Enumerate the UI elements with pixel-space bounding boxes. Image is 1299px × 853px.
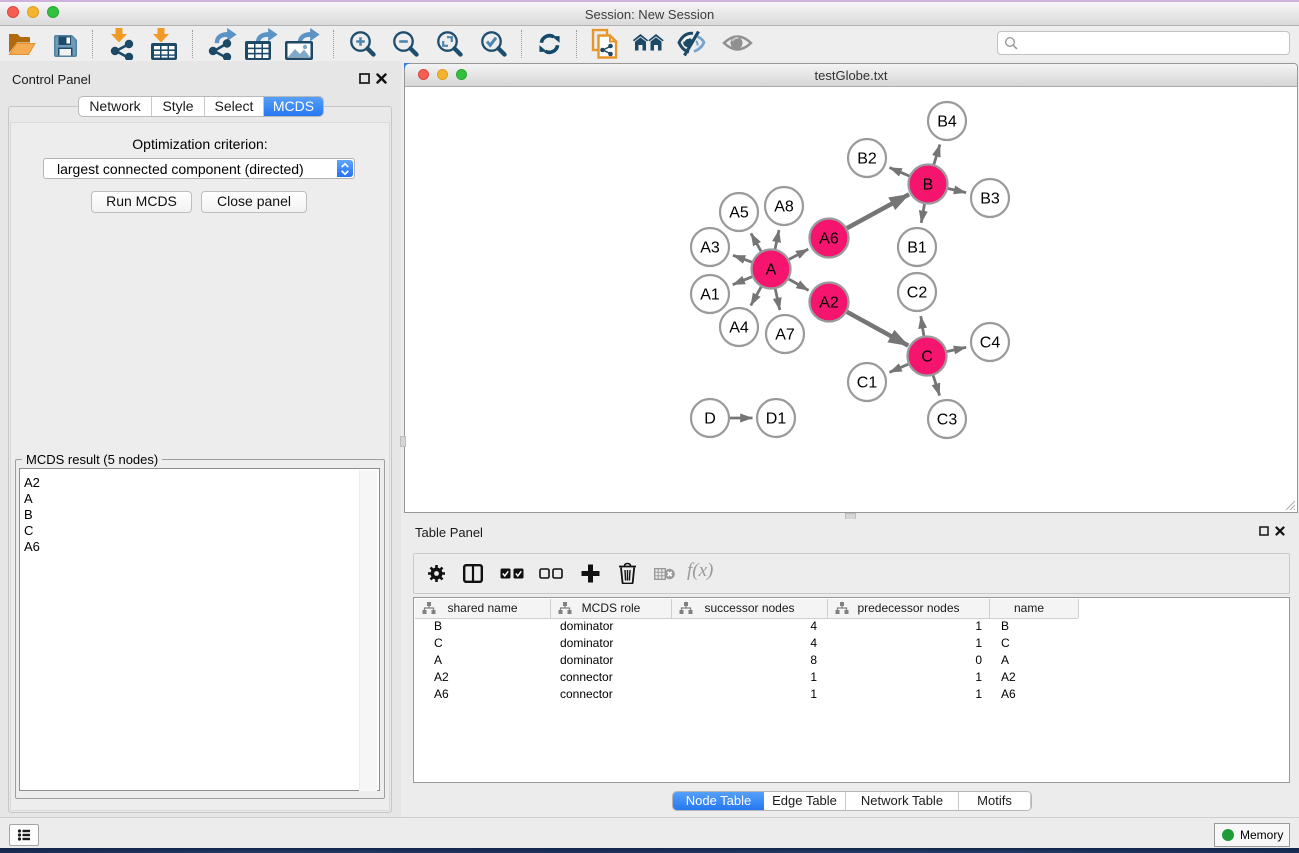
svg-text:D1: D1 <box>766 411 787 428</box>
svg-text:B1: B1 <box>907 240 927 257</box>
svg-text:C4: C4 <box>980 335 1001 352</box>
svg-text:C: C <box>921 349 933 366</box>
svg-text:A: A <box>766 262 777 279</box>
svg-text:D: D <box>704 411 716 428</box>
svg-text:A5: A5 <box>729 205 749 222</box>
svg-text:C1: C1 <box>857 375 878 392</box>
svg-text:B2: B2 <box>857 151 877 168</box>
svg-text:C3: C3 <box>937 412 958 429</box>
svg-text:A1: A1 <box>700 287 720 304</box>
svg-text:A7: A7 <box>775 327 795 344</box>
svg-text:A2: A2 <box>819 295 839 312</box>
svg-text:C2: C2 <box>907 285 928 302</box>
svg-text:A6: A6 <box>819 231 839 248</box>
svg-text:A4: A4 <box>729 320 749 337</box>
svg-text:A8: A8 <box>774 199 794 216</box>
svg-text:B3: B3 <box>980 191 1000 208</box>
svg-text:A3: A3 <box>700 240 720 257</box>
svg-text:B4: B4 <box>937 114 957 131</box>
svg-text:B: B <box>923 177 934 194</box>
